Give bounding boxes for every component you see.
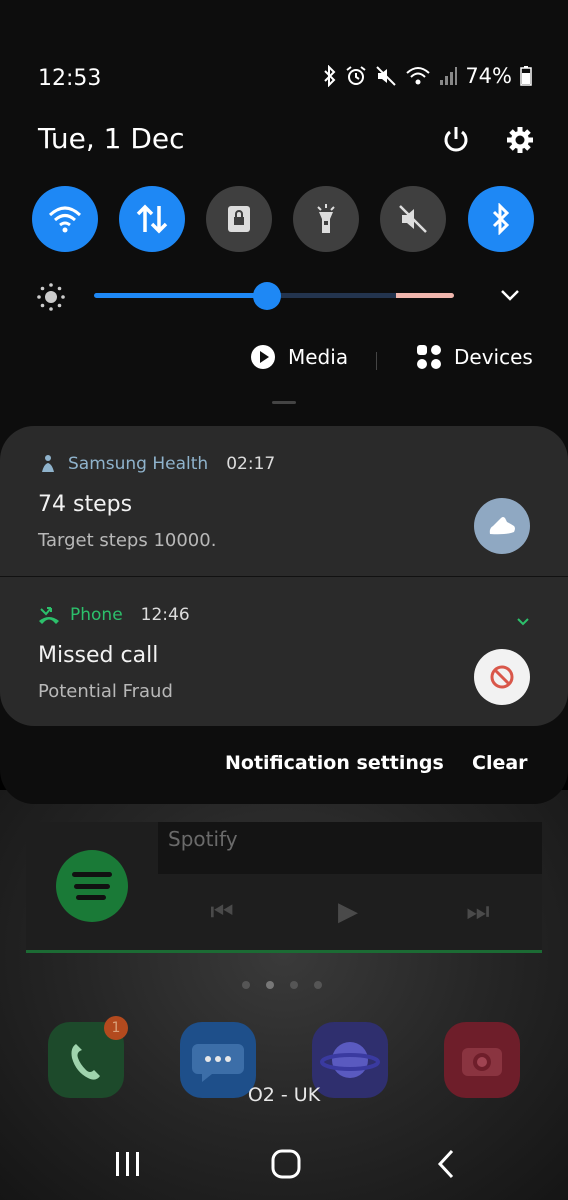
flashlight-toggle[interactable]	[293, 186, 359, 252]
devices-grid-icon	[417, 345, 441, 369]
play-icon[interactable]: ▶	[328, 892, 368, 932]
notification-list: Samsung Health 02:17 74 steps Target ste…	[0, 426, 568, 726]
notification-app-row: Phone 12:46	[38, 605, 190, 625]
wifi-status-icon	[406, 67, 430, 85]
status-icons: 74%	[323, 64, 532, 88]
power-icon[interactable]	[436, 120, 476, 160]
wifi-toggle[interactable]	[32, 186, 98, 252]
spotify-widget-title: Spotify	[158, 822, 542, 874]
carrier-label: O2 - UK	[247, 1084, 321, 1106]
missed-call-icon	[39, 607, 59, 624]
devices-label: Devices	[454, 345, 533, 369]
previous-track-icon[interactable]: ⏮	[202, 892, 242, 932]
mute-icon	[399, 205, 427, 233]
bluetooth-icon	[492, 203, 510, 235]
brightness-icon	[37, 283, 65, 311]
notification-title: 74 steps	[38, 492, 133, 517]
brightness-track-empty	[276, 293, 396, 298]
spotify-widget[interactable]: Spotify ⏮ ▶ ⏭	[26, 822, 542, 953]
spotify-logo-icon	[56, 850, 128, 922]
back-icon[interactable]	[416, 1142, 476, 1186]
settings-gear-icon[interactable]	[500, 120, 540, 160]
block-icon[interactable]	[474, 649, 530, 705]
notification-settings-button[interactable]: Notification settings	[225, 752, 444, 774]
next-track-icon[interactable]: ⏭	[458, 892, 498, 932]
chevron-down-icon[interactable]	[500, 288, 520, 302]
notification-body: Potential Fraud	[38, 681, 173, 702]
brightness-track-filled	[94, 293, 267, 298]
notification-app-name: Phone	[70, 605, 123, 625]
navigation-bar	[0, 1128, 568, 1200]
media-label: Media	[288, 345, 349, 369]
samsung-health-icon	[42, 455, 54, 472]
brightness-thumb[interactable]	[252, 282, 281, 310]
play-circle-icon	[251, 345, 275, 369]
notification-app-name: Samsung Health	[68, 454, 209, 474]
flashlight-icon	[317, 204, 335, 233]
notification-shade: 12:53 74% Tue, 1 Dec Media Devices Samsu…	[0, 0, 568, 804]
notification-time: 12:46	[140, 605, 190, 625]
devices-button[interactable]: Devices	[416, 344, 533, 370]
screen-lock-toggle[interactable]	[206, 186, 272, 252]
brightness-track-warm	[396, 293, 454, 298]
date-label[interactable]: Tue, 1 Dec	[38, 122, 185, 155]
notification-title: Missed call	[38, 643, 159, 668]
battery-percentage: 74%	[465, 64, 512, 88]
shade-drag-handle[interactable]	[272, 401, 296, 404]
notification-app-row: Samsung Health 02:17	[38, 454, 275, 474]
bluetooth-status-icon	[324, 65, 336, 87]
notification-samsung-health[interactable]: Samsung Health 02:17 74 steps Target ste…	[0, 426, 568, 576]
wifi-icon	[48, 206, 82, 233]
shoe-icon	[474, 498, 530, 554]
battery-icon	[520, 66, 532, 86]
clear-button[interactable]: Clear	[472, 752, 528, 774]
home-icon[interactable]	[256, 1142, 316, 1186]
phone-notification-badge: 1	[104, 1016, 128, 1040]
mute-status-icon	[376, 66, 397, 86]
mute-toggle[interactable]	[380, 186, 446, 252]
alarm-icon	[346, 66, 366, 85]
notification-time: 02:17	[226, 454, 276, 474]
mobile-data-toggle[interactable]	[119, 186, 185, 252]
signal-icon	[440, 67, 458, 85]
data-transfer-icon	[136, 204, 168, 234]
expand-chevron-icon[interactable]	[516, 617, 530, 627]
notification-body: Target steps 10000.	[38, 530, 217, 551]
media-divider	[376, 352, 377, 370]
recent-apps-icon[interactable]	[98, 1142, 158, 1186]
bluetooth-toggle[interactable]	[468, 186, 534, 252]
notification-phone[interactable]: Phone 12:46 Missed call Potential Fraud	[0, 576, 568, 726]
media-devices-row: Media Devices	[0, 344, 568, 380]
status-time: 12:53	[38, 66, 102, 91]
brightness-slider[interactable]	[36, 276, 536, 316]
media-button[interactable]: Media	[250, 344, 348, 370]
lock-icon	[228, 206, 250, 232]
home-page-indicator	[234, 974, 334, 989]
